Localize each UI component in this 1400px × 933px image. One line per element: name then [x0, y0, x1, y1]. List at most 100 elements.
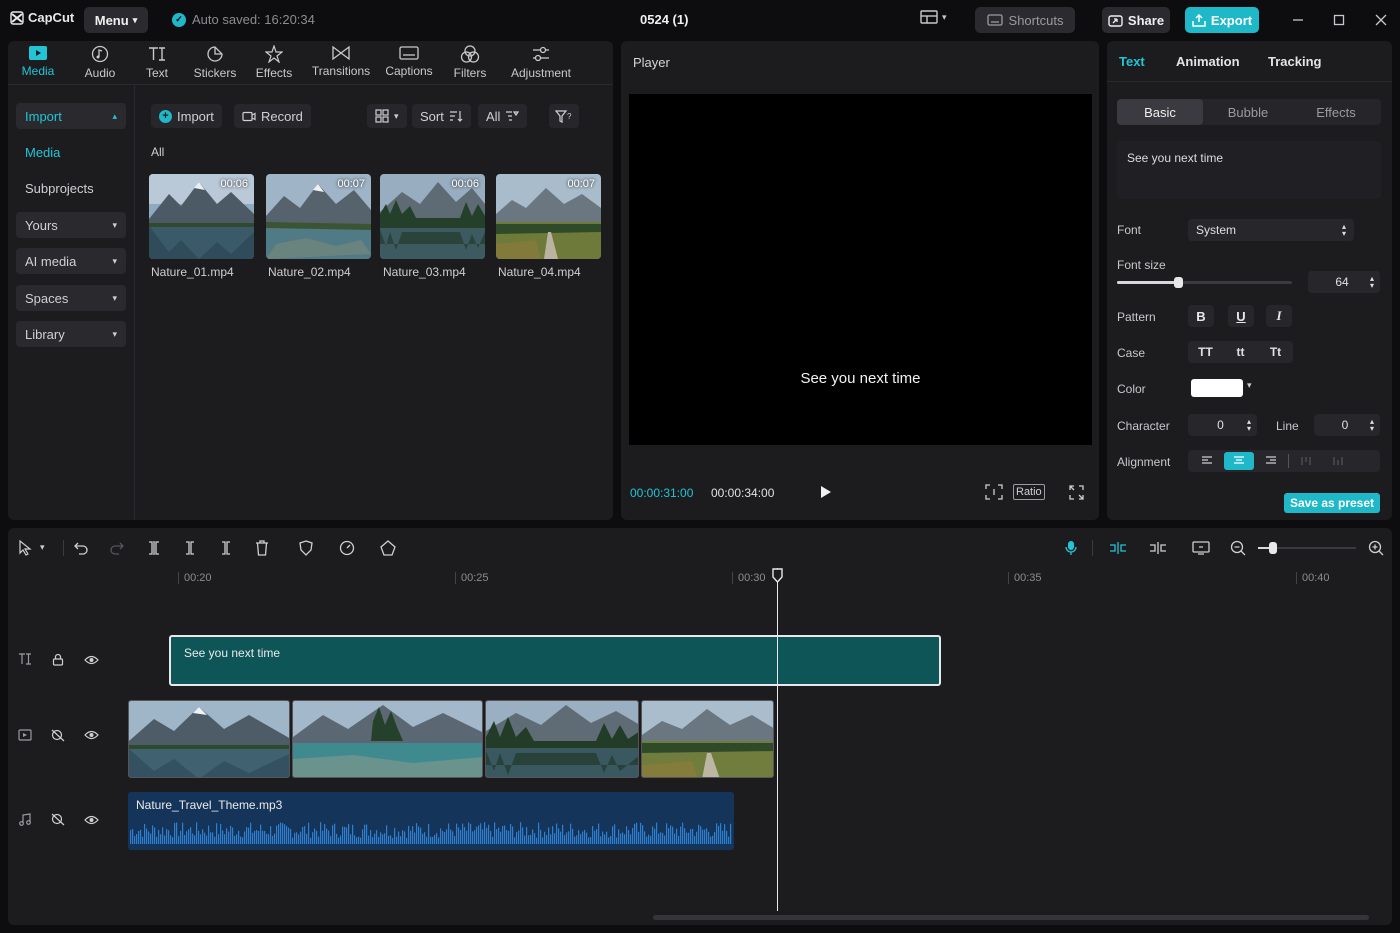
sidebar-item-media[interactable]: Media	[16, 139, 126, 165]
zoom-out-icon[interactable]	[1229, 539, 1247, 557]
media-thumbnail-3[interactable]: 00:06	[380, 174, 485, 259]
save-preset-button[interactable]: Save as preset	[1284, 493, 1380, 513]
undo-icon[interactable]	[72, 539, 90, 557]
delete-icon[interactable]	[253, 539, 271, 557]
uppercase-button[interactable]: TT	[1188, 345, 1223, 359]
filter-all-button[interactable]: All	[478, 104, 528, 128]
tab-adjustment[interactable]: Adjustment	[508, 45, 574, 83]
segment-basic[interactable]: Basic	[1117, 99, 1203, 125]
media-thumbnail-2[interactable]: 00:07	[266, 174, 371, 259]
minimize-icon[interactable]	[1288, 10, 1308, 30]
redo-icon[interactable]	[108, 539, 126, 557]
media-thumbnail-1[interactable]: 00:06	[149, 174, 254, 259]
align-center-icon[interactable]	[1224, 452, 1254, 470]
magnet-snap-icon[interactable]	[1109, 539, 1127, 557]
fullscreen-button[interactable]	[1069, 485, 1084, 500]
record-button[interactable]: Record	[234, 104, 311, 128]
sidebar-item-library[interactable]: Library ▾	[16, 321, 126, 347]
video-clip-2[interactable]	[292, 700, 483, 778]
sidebar-item-import[interactable]: Import ▴	[16, 103, 126, 129]
color-swatch[interactable]	[1191, 379, 1243, 397]
video-clip-3[interactable]	[485, 700, 639, 778]
sidebar-item-subprojects[interactable]: Subprojects	[16, 175, 126, 201]
export-button[interactable]: Export	[1185, 7, 1259, 33]
view-mode-button[interactable]: ▾	[367, 104, 407, 128]
video-clip-4[interactable]	[641, 700, 774, 778]
zoom-in-icon[interactable]	[1367, 539, 1385, 557]
eye-icon[interactable]	[84, 655, 99, 665]
align-top-icon[interactable]	[1291, 452, 1321, 470]
lowercase-button[interactable]: tt	[1223, 345, 1258, 359]
playhead[interactable]	[777, 568, 778, 911]
playhead-handle-icon[interactable]	[772, 568, 783, 583]
underline-button[interactable]: U	[1228, 305, 1254, 327]
video-clip-1[interactable]	[128, 700, 290, 778]
audio-clip[interactable]: Nature_Travel_Theme.mp3	[128, 792, 734, 850]
text-clip[interactable]: See you next time	[169, 635, 941, 686]
link-clips-icon[interactable]	[1149, 539, 1167, 557]
slider-knob[interactable]	[1268, 542, 1277, 554]
shield-icon[interactable]	[297, 539, 315, 557]
close-icon[interactable]	[1371, 10, 1391, 30]
align-right-icon[interactable]	[1256, 452, 1286, 470]
tab-effects[interactable]: Effects	[254, 45, 294, 83]
align-left-icon[interactable]	[1192, 452, 1222, 470]
segment-effects[interactable]: Effects	[1293, 99, 1379, 125]
split-icon[interactable]	[145, 539, 163, 557]
tab-captions[interactable]: Captions	[384, 45, 434, 83]
tab-tracking[interactable]: Tracking	[1268, 54, 1321, 69]
advanced-filter-button[interactable]: ?	[549, 104, 579, 128]
font-size-stepper[interactable]: 64 ▴ ▾	[1308, 271, 1380, 293]
crop-button[interactable]	[985, 484, 1003, 500]
tab-audio[interactable]: Audio	[82, 45, 118, 83]
layout-button[interactable]: ▾	[920, 10, 947, 24]
share-button[interactable]: Share	[1102, 7, 1170, 33]
mute-off-icon[interactable]	[51, 813, 65, 826]
tab-transitions[interactable]: Transitions	[310, 45, 372, 83]
play-button[interactable]	[819, 485, 833, 499]
eye-icon[interactable]	[84, 730, 99, 740]
italic-button[interactable]: I	[1266, 305, 1292, 327]
character-spacing-stepper[interactable]: 0 ▴ ▾	[1188, 414, 1257, 436]
sidebar-item-ai-media[interactable]: AI media ▾	[16, 248, 126, 274]
align-bottom-icon[interactable]	[1323, 452, 1353, 470]
maximize-icon[interactable]	[1329, 10, 1349, 30]
preview-axis-icon[interactable]	[1192, 539, 1210, 557]
font-size-slider[interactable]	[1117, 277, 1292, 288]
mute-off-icon[interactable]	[51, 729, 65, 742]
sidebar-item-spaces[interactable]: Spaces ▾	[16, 285, 126, 311]
media-thumbnail-4[interactable]: 00:07	[496, 174, 601, 259]
ratio-button[interactable]: Ratio	[1013, 484, 1045, 500]
text-content-field[interactable]: See you next time	[1117, 141, 1381, 199]
tab-text[interactable]: Text	[142, 45, 172, 83]
import-button[interactable]: + Import	[151, 104, 222, 128]
eye-icon[interactable]	[84, 815, 99, 825]
chevron-down-icon[interactable]: ▾	[1247, 380, 1252, 391]
titlecase-button[interactable]: Tt	[1258, 345, 1293, 359]
tab-stickers[interactable]: Stickers	[192, 45, 238, 83]
speed-icon[interactable]	[338, 539, 356, 557]
menu-button[interactable]: Menu ▾	[84, 7, 148, 33]
tab-media[interactable]: Media	[20, 45, 56, 83]
split-right-icon[interactable]	[217, 539, 235, 557]
mask-icon[interactable]	[379, 539, 397, 557]
slider-knob[interactable]	[1174, 277, 1184, 288]
shortcuts-button[interactable]: Shortcuts	[975, 7, 1075, 33]
timeline-scrollbar[interactable]	[653, 915, 1369, 920]
chevron-down-icon[interactable]: ▾	[40, 542, 45, 553]
bold-button[interactable]: B	[1188, 305, 1214, 327]
microphone-icon[interactable]	[1062, 539, 1080, 557]
sort-button[interactable]: Sort	[412, 104, 471, 128]
tab-animation[interactable]: Animation	[1176, 54, 1240, 69]
split-left-icon[interactable]	[181, 539, 199, 557]
font-select[interactable]: System ▴ ▾	[1188, 219, 1354, 241]
select-tool-icon[interactable]	[16, 539, 34, 557]
sidebar-item-yours[interactable]: Yours ▾	[16, 212, 126, 238]
tab-filters[interactable]: Filters	[452, 45, 488, 83]
zoom-slider[interactable]	[1258, 542, 1356, 554]
tab-text-props[interactable]: Text	[1119, 54, 1145, 69]
player-screen[interactable]: See you next time	[629, 94, 1092, 445]
line-spacing-stepper[interactable]: 0 ▴ ▾	[1314, 414, 1380, 436]
segment-bubble[interactable]: Bubble	[1205, 99, 1291, 125]
lock-icon[interactable]	[52, 653, 64, 666]
